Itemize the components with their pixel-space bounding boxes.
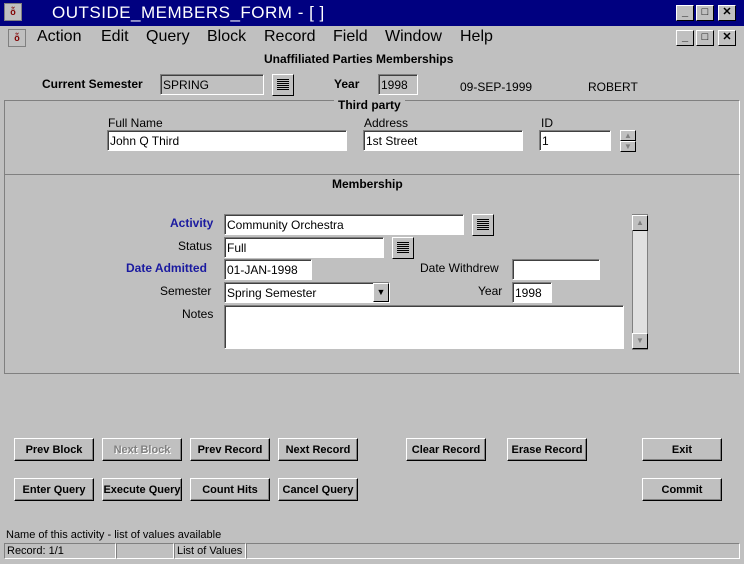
id-scroll-down-button[interactable]: ▼	[620, 141, 636, 152]
current-semester-field[interactable]: SPRING	[160, 74, 264, 95]
membership-title: Membership	[328, 177, 407, 191]
id-input[interactable]: 1	[539, 130, 611, 151]
notes-textarea[interactable]	[224, 305, 624, 349]
id-scroll-up-button[interactable]: ▲	[620, 130, 636, 141]
maximize-icon: □	[701, 6, 709, 18]
chevron-up-icon: ▲	[636, 218, 644, 227]
status-filler	[246, 543, 740, 559]
minimize-icon: _	[681, 31, 689, 43]
status-lov: List of Values	[174, 543, 246, 559]
scroll-down-button[interactable]: ▼	[632, 333, 648, 349]
clear-record-button[interactable]: Clear Record	[406, 438, 486, 461]
next-block-button[interactable]: Next Block	[102, 438, 182, 461]
semester-select-value: Spring Semester	[227, 286, 317, 300]
chevron-down-icon: ▼	[624, 142, 632, 151]
status-input[interactable]: Full	[224, 237, 384, 258]
date-admitted-input[interactable]: 01-JAN-1998	[224, 259, 312, 280]
current-user: ROBERT	[588, 80, 638, 94]
year-label: Year	[334, 77, 360, 91]
full-name-input[interactable]: John Q Third	[107, 130, 347, 151]
current-semester-label: Current Semester	[42, 77, 143, 91]
maximize-button[interactable]: □	[696, 5, 714, 21]
minimize-button[interactable]: _	[676, 5, 694, 21]
membership-year-label: Year	[478, 284, 503, 298]
menu-record[interactable]: Record	[264, 28, 316, 46]
menu-block[interactable]: Block	[207, 28, 246, 46]
chevron-down-icon: ▼	[376, 287, 386, 297]
list-icon	[477, 219, 489, 231]
doc-minimize-button[interactable]: _	[676, 30, 694, 46]
doc-close-button[interactable]: ✕	[718, 30, 736, 46]
count-hits-button[interactable]: Count Hits	[190, 478, 270, 501]
minimize-icon: _	[681, 6, 689, 18]
semester-label: Semester	[160, 284, 212, 298]
close-icon: ✕	[722, 31, 732, 43]
activity-input[interactable]: Community Orchestra	[224, 214, 464, 235]
status-hint: Name of this activity - list of values a…	[6, 529, 222, 541]
title-bar: ỗ OUTSIDE_MEMBERS_FORM - [ ] _ □ ✕	[0, 0, 744, 26]
window-title: OUTSIDE_MEMBERS_FORM - [ ]	[52, 3, 325, 22]
scroll-up-button[interactable]: ▲	[632, 215, 648, 231]
membership-scrollbar[interactable]: ▲ ▼	[632, 214, 648, 350]
enter-query-button[interactable]: Enter Query	[14, 478, 94, 501]
address-input[interactable]: 1st Street	[363, 130, 523, 151]
id-label: ID	[541, 116, 553, 130]
current-date: 09-SEP-1999	[460, 80, 533, 94]
menu-help[interactable]: Help	[460, 28, 493, 46]
cancel-query-button[interactable]: Cancel Query	[278, 478, 358, 501]
app-icon[interactable]: ỗ	[4, 3, 22, 21]
semester-lov-button[interactable]	[272, 74, 294, 96]
date-admitted-label: Date Admitted	[126, 261, 207, 275]
chevron-up-icon: ▲	[624, 131, 632, 140]
semester-select[interactable]: Spring Semester ▼	[224, 282, 390, 303]
list-icon	[277, 79, 289, 91]
next-record-button[interactable]: Next Record	[278, 438, 358, 461]
execute-query-button[interactable]: Execute Query	[102, 478, 182, 501]
close-icon: ✕	[722, 6, 732, 18]
activity-lov-button[interactable]	[472, 214, 494, 236]
status-empty-cell	[116, 543, 174, 559]
form-heading: Unaffiliated Parties Memberships	[264, 52, 454, 66]
commit-button[interactable]: Commit	[642, 478, 722, 501]
prev-record-button[interactable]: Prev Record	[190, 438, 270, 461]
doc-restore-button[interactable]: □	[696, 30, 714, 46]
menu-bar: ỗ Action Edit Query Block Record Field W…	[0, 26, 744, 50]
date-withdrew-input[interactable]	[512, 259, 600, 280]
notes-label: Notes	[182, 307, 214, 321]
exit-button[interactable]: Exit	[642, 438, 722, 461]
membership-year-input[interactable]: 1998	[512, 282, 552, 303]
menu-edit[interactable]: Edit	[101, 28, 129, 46]
list-icon	[397, 242, 409, 254]
status-lov-button[interactable]	[392, 237, 414, 259]
restore-icon: □	[701, 31, 709, 43]
semester-dropdown-button[interactable]: ▼	[373, 283, 389, 302]
prev-block-button[interactable]: Prev Block	[14, 438, 94, 461]
status-label: Status	[178, 239, 213, 253]
chevron-down-icon: ▼	[636, 336, 644, 345]
menu-field[interactable]: Field	[333, 28, 368, 46]
year-field[interactable]: 1998	[378, 74, 418, 95]
activity-label: Activity	[170, 216, 214, 230]
date-withdrew-label: Date Withdrew	[420, 261, 499, 275]
close-button[interactable]: ✕	[718, 5, 736, 21]
menu-window[interactable]: Window	[385, 28, 442, 46]
menu-action[interactable]: Action	[37, 28, 81, 46]
status-record: Record: 1/1	[4, 543, 116, 559]
address-label: Address	[364, 116, 409, 130]
document-icon[interactable]: ỗ	[8, 29, 26, 47]
full-name-label: Full Name	[108, 116, 163, 130]
erase-record-button[interactable]: Erase Record	[507, 438, 587, 461]
third-party-title: Third party	[334, 98, 405, 112]
menu-query[interactable]: Query	[146, 28, 190, 46]
